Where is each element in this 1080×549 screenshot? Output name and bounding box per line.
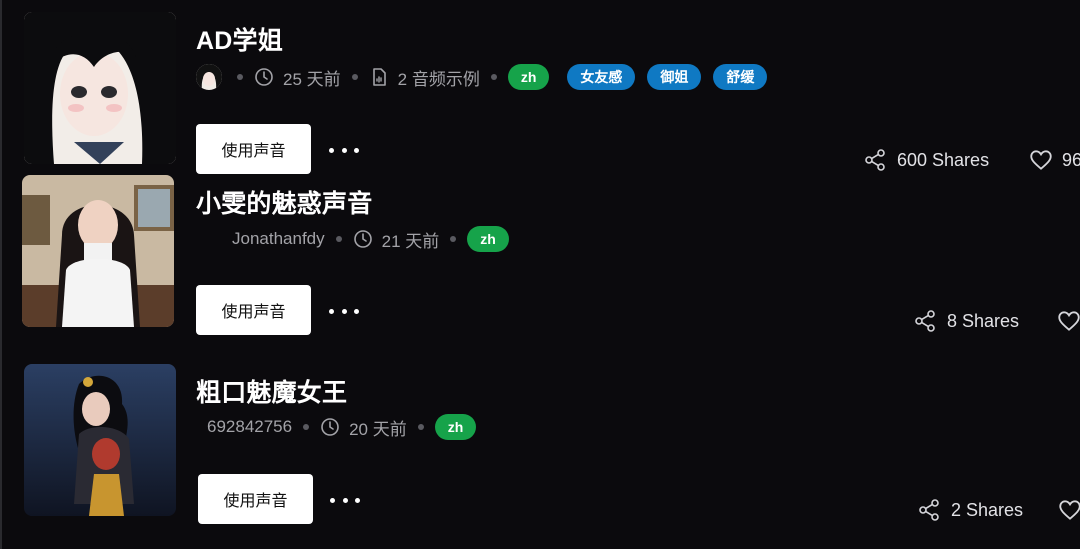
more-options-button[interactable] [330,490,360,510]
author-avatar[interactable] [196,64,222,90]
voice-meta: 692842756 20 天前 zh [207,414,477,440]
voice-title[interactable]: 粗口魅魔女王 [196,373,347,409]
voice-meta: 25 天前 2 音频示例 zh 女友感 御姐 舒缓 [196,64,768,90]
tag-badge[interactable]: 御姐 [647,64,702,90]
anime-girl-image [24,12,176,164]
voice-meta: Jonathanfdy 21 天前 zh [232,226,509,252]
more-icon [329,308,334,314]
share-button[interactable]: 2 Shares [917,498,1023,522]
like-count: 96 [1062,149,1080,170]
use-voice-button[interactable]: 使用声音 [196,124,311,174]
share-icon [865,149,885,171]
voice-thumbnail[interactable] [22,175,174,327]
voice-title[interactable]: AD学姐 [196,21,283,57]
heart-icon [1058,311,1080,331]
share-icon [915,310,935,332]
clock-icon [320,417,340,437]
portrait-image [22,175,174,327]
share-icon [919,499,939,521]
more-options-button[interactable] [329,301,359,321]
share-button[interactable]: 600 Shares [863,148,989,172]
tag-badge[interactable]: 女友感 [567,64,636,90]
share-count: 2 Shares [951,499,1024,520]
voice-thumbnail[interactable] [24,12,176,164]
author-name[interactable]: Jonathanfdy [232,229,325,249]
voice-list: AD学姐 25 天前 2 音频示例 zh 女友感 御姐 舒缓 使用声音 600 … [0,0,1080,549]
clock-icon [353,229,373,249]
share-count: 600 Shares [897,149,990,170]
voice-thumbnail[interactable] [24,364,176,516]
language-badge: zh [434,414,477,440]
like-button[interactable] [1057,497,1080,523]
audio-file-icon [369,67,389,87]
language-badge: zh [467,226,509,252]
separator-dot [335,236,342,242]
like-button[interactable] [1056,308,1080,334]
sample-count: 2 音频示例 [397,69,480,89]
heart-icon [1059,500,1080,520]
more-icon [329,147,334,153]
time-ago: 25 天前 [283,69,341,89]
voice-card: 粗口魅魔女王 692842756 20 天前 zh 使用声音 2 Shares [0,355,1080,549]
voice-title[interactable]: 小雯的魅惑声音 [196,184,372,220]
fantasy-character-image [24,364,176,516]
more-options-button[interactable] [329,140,359,160]
separator-dot [417,424,424,430]
separator-dot [351,74,358,80]
tag-badge[interactable]: 舒缓 [713,64,768,90]
use-voice-button[interactable]: 使用声音 [196,285,311,335]
separator-dot [450,236,457,242]
separator-dot [237,74,243,80]
share-count: 8 Shares [947,310,1020,331]
author-name[interactable]: 692842756 [207,417,292,437]
time-ago: 21 天前 [381,231,440,251]
more-icon [330,497,335,503]
voice-card: 小雯的魅惑声音 Jonathanfdy 21 天前 zh 使用声音 8 Shar… [0,170,1080,355]
separator-dot [490,74,497,80]
use-voice-button[interactable]: 使用声音 [198,474,313,524]
share-button[interactable]: 8 Shares [913,309,1019,333]
separator-dot [303,424,310,430]
time-ago: 20 天前 [349,419,407,439]
language-badge: zh [507,64,550,90]
voice-card: AD学姐 25 天前 2 音频示例 zh 女友感 御姐 舒缓 使用声音 600 … [0,0,1080,174]
clock-icon [254,67,274,87]
